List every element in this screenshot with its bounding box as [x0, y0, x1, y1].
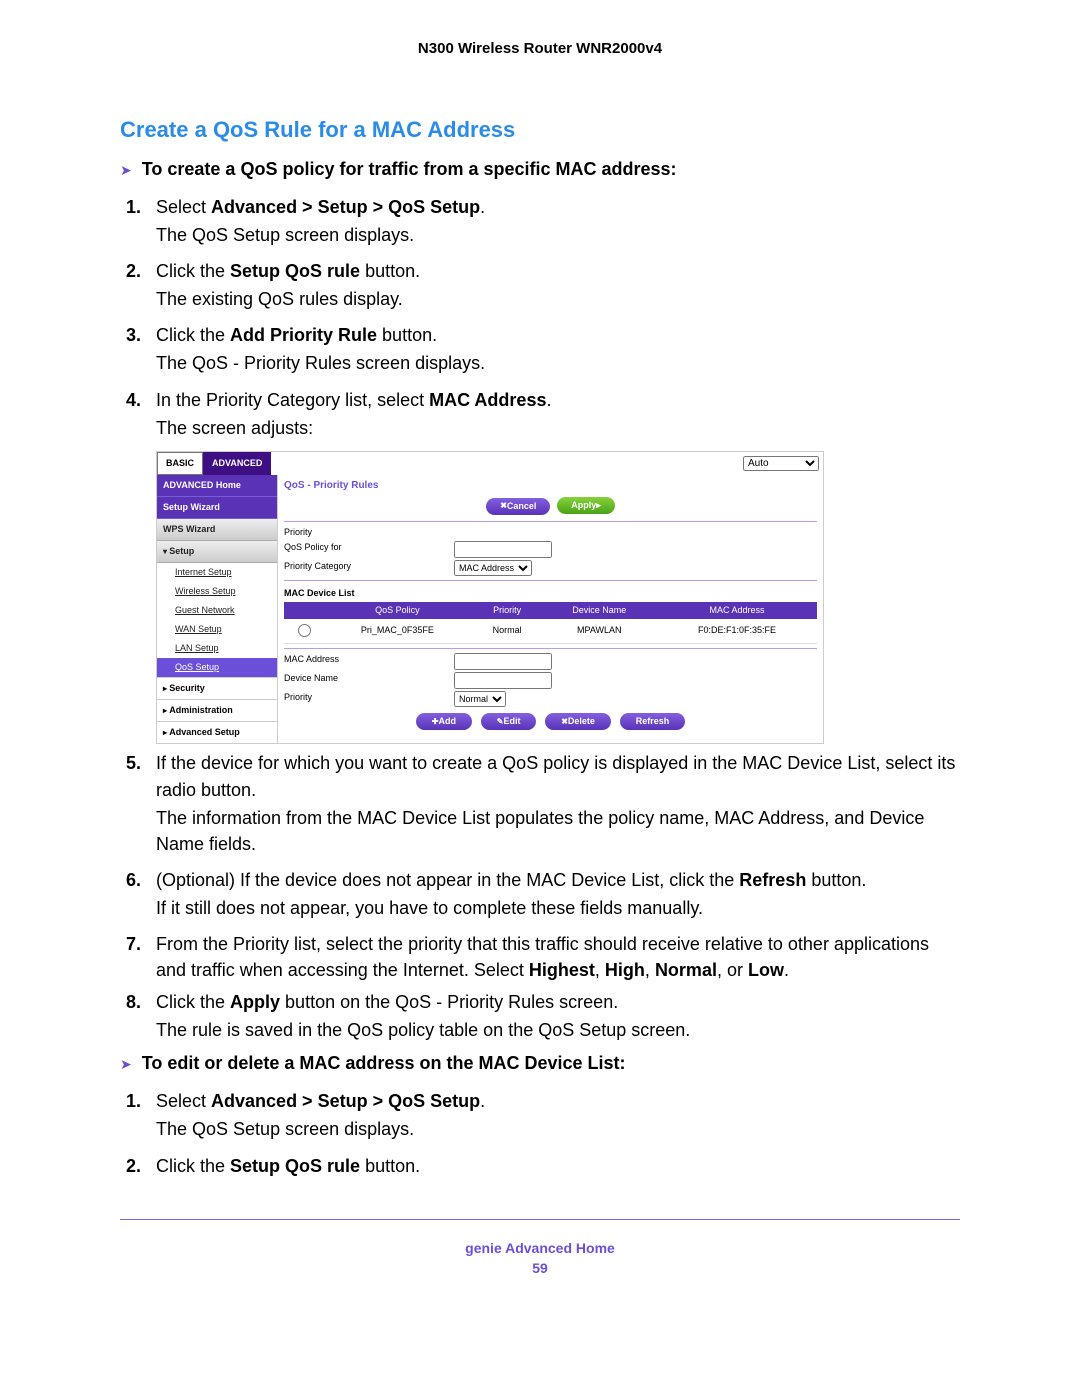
qos-policy-input[interactable]	[454, 541, 552, 558]
sidebar-advanced-setup[interactable]: Advanced Setup	[157, 721, 277, 743]
add-button[interactable]: Add	[416, 713, 472, 730]
priority-select-label: Priority	[284, 691, 384, 707]
priority-category-label: Priority Category	[284, 560, 384, 576]
table-header-row: QoS Policy Priority Device Name MAC Addr…	[284, 602, 817, 619]
tab-advanced[interactable]: ADVANCED	[203, 452, 271, 475]
th-radio	[284, 602, 322, 619]
display-mode-select[interactable]: Auto	[743, 456, 819, 471]
sidebar-administration[interactable]: Administration	[157, 699, 277, 721]
footer-page-number: 59	[120, 1260, 960, 1276]
th-priority: Priority	[473, 602, 542, 619]
row-select-radio[interactable]	[298, 624, 311, 637]
row-priority-category: Priority Category MAC Address	[284, 560, 817, 576]
divider	[284, 580, 817, 581]
step-7: From the Priority list, select the prior…	[146, 931, 960, 983]
sidebar-setup-wizard[interactable]: Setup Wizard	[157, 497, 277, 519]
step2-1: Select Advanced > Setup > QoS Setup. The…	[146, 1088, 960, 1142]
row-mac-address: MAC Address	[284, 653, 817, 670]
ui-body: ADVANCED Home Setup Wizard WPS Wizard Se…	[157, 475, 823, 744]
lead-text-1: To create a QoS policy for traffic from …	[142, 159, 677, 180]
row-priority: Priority	[284, 526, 817, 539]
sidebar-item-guest-network[interactable]: Guest Network	[157, 601, 277, 620]
step2-2: Click the Setup QoS rule button.	[146, 1153, 960, 1179]
footer-section-name: genie Advanced Home	[120, 1240, 960, 1256]
divider	[284, 521, 817, 522]
sidebar-item-wan-setup[interactable]: WAN Setup	[157, 620, 277, 639]
qos-policy-label: QoS Policy for	[284, 541, 384, 558]
display-mode-select-wrap: Auto	[743, 452, 823, 475]
sidebar-setup[interactable]: Setup	[157, 541, 277, 563]
device-name-label: Device Name	[284, 672, 384, 689]
sidebar-item-wireless-setup[interactable]: Wireless Setup	[157, 582, 277, 601]
th-mac-address: MAC Address	[657, 602, 817, 619]
divider	[284, 648, 817, 649]
step-8: Click the Apply button on the QoS - Prio…	[146, 989, 960, 1043]
sidebar-item-qos-setup[interactable]: QoS Setup	[157, 658, 277, 677]
row-qos-policy: QoS Policy for	[284, 541, 817, 558]
cell-device-name: MPAWLAN	[542, 619, 657, 644]
step-2: Click the Setup QoS rule button. The exi…	[146, 258, 960, 312]
main-panel: QoS - Priority Rules Cancel Apply Priori…	[278, 475, 823, 744]
doc-header: N300 Wireless Router WNR2000v4	[120, 40, 960, 57]
sidebar-item-lan-setup[interactable]: LAN Setup	[157, 639, 277, 658]
section-title: Create a QoS Rule for a MAC Address	[120, 117, 960, 143]
priority-category-select[interactable]: MAC Address	[454, 560, 532, 576]
lead-text-2: To edit or delete a MAC address on the M…	[142, 1053, 626, 1074]
edit-button[interactable]: Edit	[481, 713, 537, 730]
device-name-input[interactable]	[454, 672, 552, 689]
priority-label: Priority	[284, 526, 384, 539]
cancel-button[interactable]: Cancel	[486, 498, 550, 515]
delete-button[interactable]: Delete	[545, 713, 611, 730]
top-button-row: Cancel Apply	[284, 497, 817, 514]
cell-qos-policy: Pri_MAC_0F35FE	[322, 619, 473, 644]
sidebar: ADVANCED Home Setup Wizard WPS Wizard Se…	[157, 475, 278, 744]
mac-device-list-header: MAC Device List	[284, 587, 817, 600]
steps-list-2: Select Advanced > Setup > QoS Setup. The…	[120, 1088, 960, 1178]
apply-button[interactable]: Apply	[557, 497, 615, 514]
cell-priority: Normal	[473, 619, 542, 644]
th-qos-policy: QoS Policy	[322, 602, 473, 619]
step-1: Select Advanced > Setup > QoS Setup. The…	[146, 194, 960, 248]
arrow-icon: ➤	[120, 1056, 132, 1073]
mac-address-label: MAC Address	[284, 653, 384, 670]
tab-basic[interactable]: BASIC	[157, 452, 203, 475]
sidebar-item-internet-setup[interactable]: Internet Setup	[157, 563, 277, 582]
step-3: Click the Add Priority Rule button. The …	[146, 322, 960, 376]
footer-rule	[120, 1219, 960, 1220]
tab-bar: BASIC ADVANCED	[157, 452, 271, 475]
router-ui-screenshot: BASIC ADVANCED Auto ADVANCED Home Setup …	[156, 451, 824, 745]
mac-device-table: QoS Policy Priority Device Name MAC Addr…	[284, 602, 817, 644]
table-row: Pri_MAC_0F35FE Normal MPAWLAN F0:DE:F1:0…	[284, 619, 817, 644]
cell-mac-address: F0:DE:F1:0F:35:FE	[657, 619, 817, 644]
arrow-icon: ➤	[120, 162, 132, 179]
step-5: If the device for which you want to crea…	[146, 750, 960, 856]
sidebar-security[interactable]: Security	[157, 677, 277, 699]
action-button-row: Add Edit Delete Refresh	[284, 713, 817, 730]
priority-select[interactable]: Normal	[454, 691, 506, 707]
sidebar-advanced-home[interactable]: ADVANCED Home	[157, 475, 277, 497]
row-device-name: Device Name	[284, 672, 817, 689]
lead-block-2: ➤ To edit or delete a MAC address on the…	[120, 1053, 960, 1074]
th-device-name: Device Name	[542, 602, 657, 619]
mac-address-input[interactable]	[454, 653, 552, 670]
refresh-button[interactable]: Refresh	[620, 713, 686, 730]
step-6: (Optional) If the device does not appear…	[146, 867, 960, 921]
document-page: N300 Wireless Router WNR2000v4 Create a …	[0, 0, 1080, 1316]
row-priority-select: Priority Normal	[284, 691, 817, 707]
panel-title: QoS - Priority Rules	[284, 479, 817, 494]
lead-block-1: ➤ To create a QoS policy for traffic fro…	[120, 159, 960, 180]
sidebar-wps-wizard[interactable]: WPS Wizard	[157, 519, 277, 541]
step-4: In the Priority Category list, select MA…	[146, 387, 960, 745]
steps-list-1: Select Advanced > Setup > QoS Setup. The…	[120, 194, 960, 1043]
top-bar: BASIC ADVANCED Auto	[157, 452, 823, 475]
